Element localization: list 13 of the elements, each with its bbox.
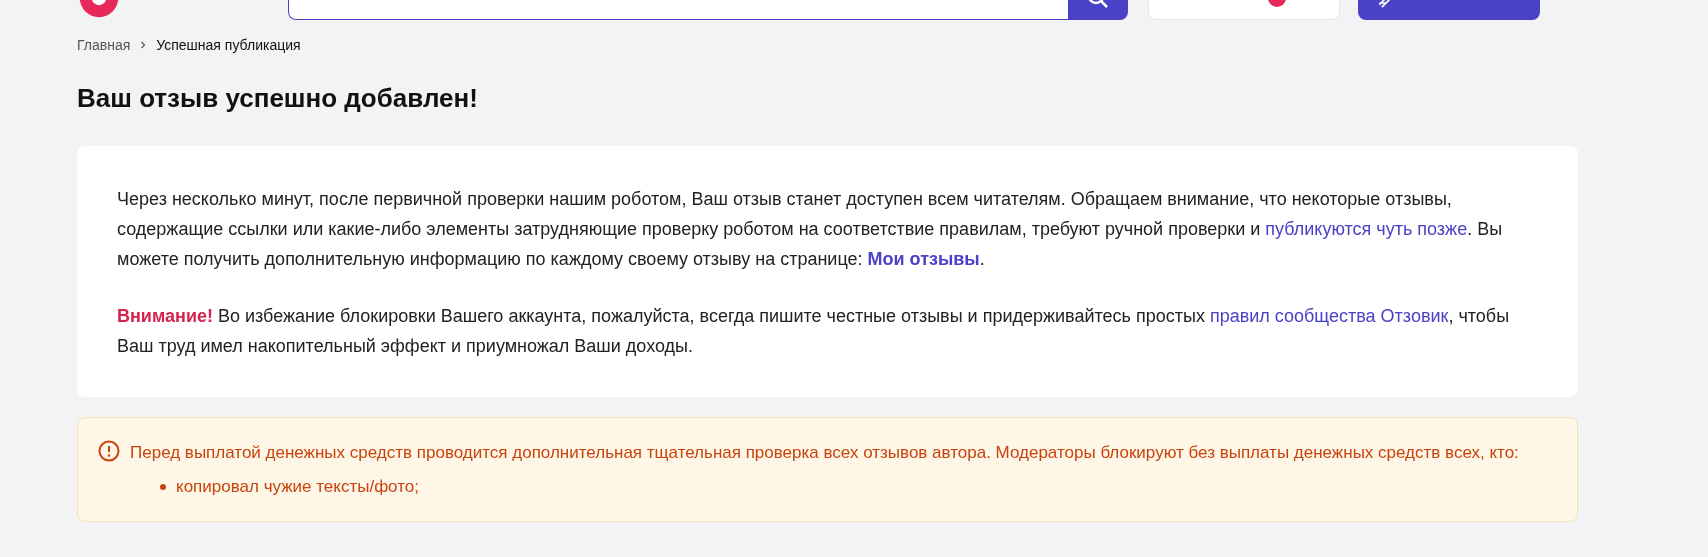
inline-link[interactable]: публикуются чуть позже [1265,219,1468,239]
breadcrumb-link[interactable]: Главная [77,37,131,53]
warning-paragraph: Внимание! Во избежание блокировки Вашего аккаунта, пожалуйста, всегда пишите честные отзывы и придерживайтесь простых правил сообщества Отзовик, чтобы Ваш труд имел накопительный эффект и приумножал Ваши доходы. [117,305,1511,358]
page-title: Ваш отзыв успешно добавлен! [77,83,479,114]
exclamation-icon [98,440,120,462]
notice-list-item: копировал чужие тексты/фото; [176,476,419,498]
bullet-icon [160,483,166,490]
my-reviews-link[interactable]: Мои отзывы [867,249,980,269]
rules-link[interactable]: правил сообщества Отзовик [1209,306,1449,326]
breadcrumb-current: Успешная публикация [156,37,301,53]
info-paragraph: Через несколько минут, после первичной проверки нашим роботом, Ваш отзыв станет доступен всем читателям. Обращаем внимание, что некоторые отзывы, содержащие ссылки или какие-либо элементы затрудняющие проверку роботом на соответствие правилам, требуют ручной проверки и публикуются чуть позже. Вы можете получить дополнительную информацию по каждому своему отзыву на странице: Мои отзывы. [117,188,1504,271]
notice-text: Перед выплатой денежных средств проводится дополнительная тщательная проверка всех отзывов автора. Модераторы блокируют без выплаты денежных средств всех, кто: [130,442,1519,464]
breadcrumb-separator-icon [140,41,147,49]
